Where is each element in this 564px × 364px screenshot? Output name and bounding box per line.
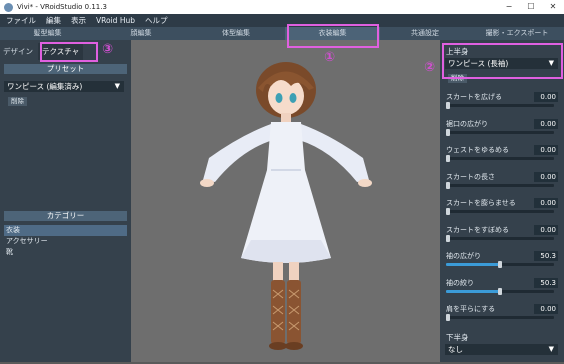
tab-body[interactable]: 体型編集 bbox=[187, 27, 285, 40]
annotation-marker-3: ③ bbox=[102, 42, 114, 57]
slider-fill bbox=[446, 289, 501, 293]
slider-label: スカートを膨らませる bbox=[446, 199, 516, 207]
slider-track[interactable] bbox=[446, 102, 554, 109]
slider-thumb[interactable] bbox=[498, 287, 503, 295]
preset-header: プリセット bbox=[4, 64, 127, 74]
slider-label: 裾口の広がり bbox=[446, 119, 488, 128]
slider-value-field[interactable]: 0.00 bbox=[534, 171, 558, 182]
slider-label: スカートの長さ bbox=[446, 172, 495, 181]
character-model bbox=[200, 62, 372, 350]
slider-row: 袖の絞り 50.3 bbox=[446, 277, 558, 295]
chevron-down-icon: ▼ bbox=[114, 82, 120, 90]
slider-row: スカートを膨らませる 0.00 bbox=[446, 198, 558, 215]
slider-thumb[interactable] bbox=[446, 208, 450, 215]
slider-thumb[interactable] bbox=[446, 102, 450, 109]
chevron-down-icon: ▼ bbox=[548, 345, 554, 353]
slider-value-field[interactable]: 50.3 bbox=[534, 251, 558, 261]
category-list: 衣装 アクセサリー 靴 bbox=[4, 225, 127, 258]
preset-dropdown[interactable]: ワンピース (編集済み) ▼ bbox=[4, 81, 124, 92]
slider-track[interactable] bbox=[446, 181, 554, 189]
slider-track[interactable] bbox=[446, 287, 554, 295]
slider-track[interactable] bbox=[446, 261, 554, 268]
tab-face[interactable]: 顔編集 bbox=[95, 27, 187, 40]
model-viewport[interactable] bbox=[131, 40, 440, 362]
slider-thumb[interactable] bbox=[446, 234, 450, 242]
slider-thumb[interactable] bbox=[446, 181, 450, 189]
category-item-clothing[interactable]: 衣装 bbox=[4, 225, 127, 236]
highlight-outfit-tab bbox=[287, 24, 379, 48]
annotation-marker-1: ① bbox=[324, 50, 336, 65]
window-title: Vivi* - VRoidStudio 0.11.3 bbox=[17, 3, 107, 11]
slider-label: スカートをすぼめる bbox=[446, 225, 509, 234]
menu-file[interactable]: ファイル bbox=[6, 15, 36, 26]
lower-body-dropdown[interactable]: なし ▼ bbox=[445, 344, 558, 355]
menu-edit[interactable]: 編集 bbox=[46, 15, 61, 26]
menu-view[interactable]: 表示 bbox=[71, 15, 86, 26]
highlight-texture-tab bbox=[40, 42, 98, 62]
slider-row: 肩を平らにする 0.00 bbox=[446, 304, 558, 321]
left-panel: デザイン テクスチャ プリセット ワンピース (編集済み) ▼ 削除 カテゴリー… bbox=[0, 40, 131, 362]
slider-thumb[interactable] bbox=[446, 314, 450, 321]
slider-track[interactable] bbox=[446, 314, 554, 321]
preset-delete-button[interactable]: 削除 bbox=[8, 97, 27, 106]
slider-label: 肩を平らにする bbox=[446, 305, 496, 313]
slider-value-field[interactable]: 0.00 bbox=[534, 304, 558, 314]
category-item-shoes[interactable]: 靴 bbox=[4, 247, 127, 258]
slider-row: スカートをすぼめる 0.00 bbox=[446, 224, 558, 242]
tab-hair[interactable]: 髪型編集 bbox=[0, 27, 95, 40]
slider-track[interactable] bbox=[446, 208, 554, 215]
slider-track[interactable] bbox=[446, 234, 554, 242]
slider-label: スカートを広げる bbox=[446, 93, 502, 101]
slider-value-field[interactable]: 50.3 bbox=[534, 277, 558, 288]
minimize-button[interactable]: − bbox=[498, 0, 520, 14]
slider-thumb[interactable] bbox=[446, 155, 450, 162]
slider-value-field[interactable]: 0.00 bbox=[534, 224, 558, 235]
slider-value-field[interactable]: 0.00 bbox=[534, 198, 558, 208]
category-item-accessory[interactable]: アクセサリー bbox=[4, 236, 127, 247]
slider-label: 袖の広がり bbox=[446, 252, 481, 260]
window-controls: − ☐ ✕ bbox=[498, 0, 564, 14]
subtab-design[interactable]: デザイン bbox=[0, 46, 36, 57]
slider-label: ウェストをゆるめる bbox=[446, 146, 509, 154]
slider-row: スカートの長さ 0.00 bbox=[446, 171, 558, 189]
menu-vroid-hub[interactable]: VRoid Hub bbox=[96, 16, 135, 25]
slider-row: ウェストをゆるめる 0.00 bbox=[446, 145, 558, 162]
close-button[interactable]: ✕ bbox=[542, 0, 564, 14]
main-tabs: 髪型編集 顔編集 体型編集 衣装編集 共通設定 撮影・エクスポート bbox=[0, 27, 564, 40]
slider-label: 袖の絞り bbox=[446, 278, 474, 287]
slider-fill bbox=[446, 263, 501, 266]
maximize-button[interactable]: ☐ bbox=[520, 0, 542, 14]
menu-help[interactable]: ヘルプ bbox=[145, 15, 168, 26]
app-icon bbox=[4, 2, 13, 12]
menu-bar: ファイル 編集 表示 VRoid Hub ヘルプ bbox=[0, 14, 564, 27]
title-bar: Vivi* - VRoidStudio 0.11.3 − ☐ ✕ bbox=[0, 0, 564, 14]
category-header: カテゴリー bbox=[4, 211, 127, 221]
highlight-upper-body bbox=[442, 43, 563, 79]
slider-thumb[interactable] bbox=[446, 128, 450, 136]
slider-track[interactable] bbox=[446, 128, 554, 136]
slider-track[interactable] bbox=[446, 155, 554, 162]
lower-body-label: 下半身 bbox=[446, 333, 469, 342]
slider-value-field[interactable]: 0.00 bbox=[534, 145, 558, 155]
annotation-marker-2: ② bbox=[424, 60, 436, 75]
lower-body-value: なし bbox=[448, 345, 463, 354]
tab-photo-export[interactable]: 撮影・エクスポート bbox=[470, 27, 564, 40]
slider-thumb[interactable] bbox=[498, 261, 503, 268]
right-panel: 上半身 ワンピース (長袖) ▼ 削除 スカートを広げる 0.00 裾口の広がり 0.… bbox=[440, 40, 564, 362]
preset-value: ワンピース (編集済み) bbox=[7, 82, 83, 91]
slider-row: 袖の広がり 50.3 bbox=[446, 251, 558, 268]
slider-row: 裾口の広がり 0.00 bbox=[446, 118, 558, 136]
slider-value-field[interactable]: 0.00 bbox=[534, 118, 558, 129]
tab-common-settings[interactable]: 共通設定 bbox=[380, 27, 470, 40]
slider-row: スカートを広げる 0.00 bbox=[446, 92, 558, 109]
slider-value-field[interactable]: 0.00 bbox=[534, 92, 558, 102]
